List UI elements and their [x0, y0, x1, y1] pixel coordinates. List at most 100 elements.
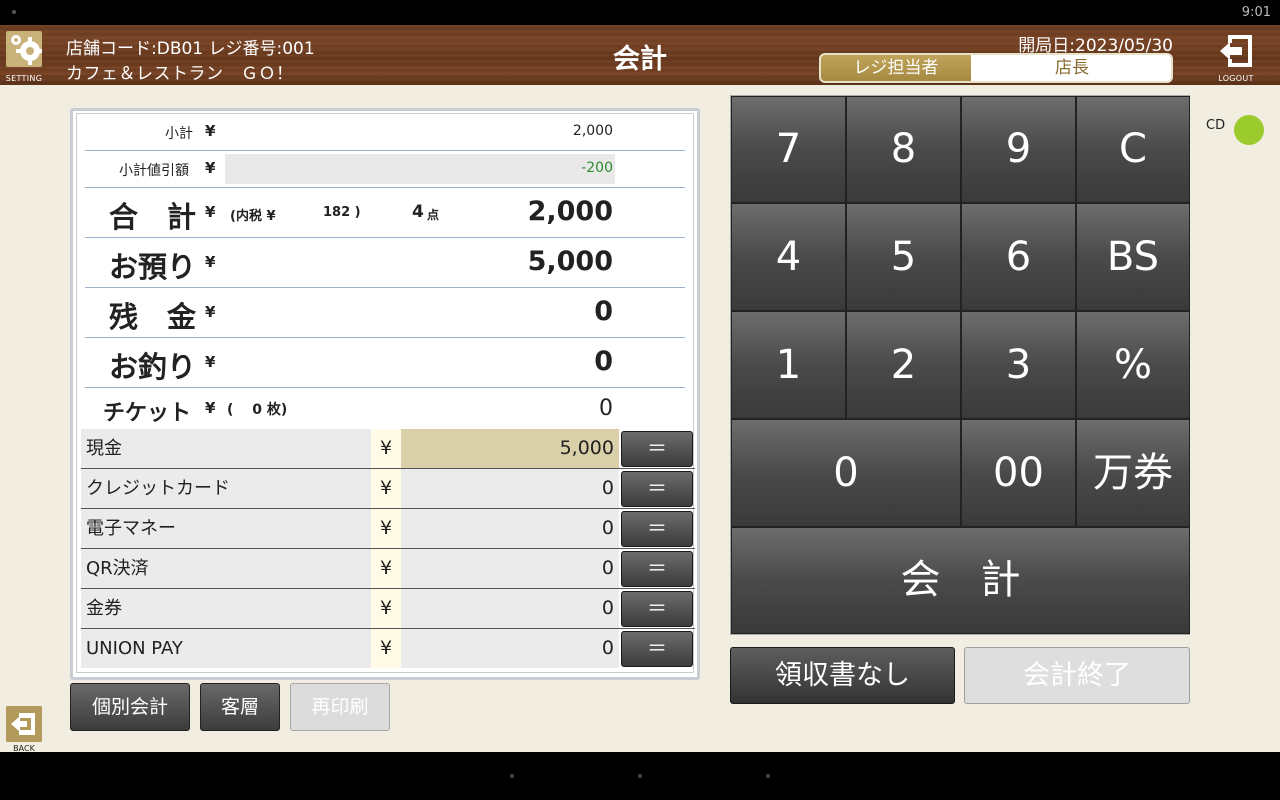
- payment-yen: ¥: [371, 589, 401, 628]
- nav-back-dot[interactable]: [510, 774, 514, 778]
- key-3[interactable]: 3: [961, 311, 1076, 419]
- payment-label: QR決済: [81, 549, 371, 588]
- logout-caption: LOGOUT: [1218, 74, 1254, 83]
- payment-label: 現金: [81, 429, 371, 468]
- item-count-unit: 点: [427, 208, 440, 222]
- system-status-bar: 9:01: [0, 0, 1280, 25]
- tax-label: (内税 ¥: [230, 209, 276, 224]
- payment-row-credit[interactable]: クレジットカード ¥ 0 ＝: [81, 469, 695, 509]
- discount-field: [225, 154, 615, 184]
- change-yen: ¥: [205, 353, 216, 371]
- finish-checkout-button[interactable]: 会計終了: [964, 647, 1190, 704]
- no-receipt-button[interactable]: 領収書なし: [730, 647, 955, 704]
- key-clear[interactable]: C: [1076, 96, 1190, 203]
- change-row: お釣り ¥ 0: [85, 338, 685, 388]
- subtotal-value: 2,000: [572, 123, 613, 139]
- fill-amount-button[interactable]: ＝: [621, 591, 693, 627]
- key-1[interactable]: 1: [731, 311, 846, 419]
- received-value: 5,000: [527, 246, 613, 277]
- fill-amount-button[interactable]: ＝: [621, 631, 693, 667]
- reprint-button[interactable]: 再印刷: [290, 683, 390, 731]
- staff-selector[interactable]: レジ担当者 店長: [819, 53, 1173, 83]
- summary-table: 小計 ¥ 2,000 小計値引額 ¥ -200 合 計 ¥ (内税 ¥ 182 …: [76, 113, 695, 673]
- numeric-keypad: 7 8 9 C 4 5 6 BS 1 2 3 % 0 00 万券 会 計: [730, 95, 1190, 635]
- cash-drawer-label: CD: [1206, 118, 1226, 133]
- key-9[interactable]: 9: [961, 96, 1076, 203]
- payment-amount[interactable]: 5,000: [401, 429, 619, 468]
- key-6[interactable]: 6: [961, 203, 1076, 311]
- key-backspace[interactable]: BS: [1076, 203, 1190, 311]
- payment-yen: ¥: [371, 549, 401, 588]
- ticket-row: チケット ¥ ( 0 枚) 0: [85, 388, 685, 429]
- received-yen: ¥: [205, 253, 216, 271]
- payment-label: 金券: [81, 589, 371, 628]
- payment-row-voucher[interactable]: 金券 ¥ 0 ＝: [81, 589, 695, 629]
- balance-label: 残 金: [109, 300, 197, 334]
- back-button[interactable]: BACK: [4, 705, 44, 753]
- key-8[interactable]: 8: [846, 96, 961, 203]
- key-00[interactable]: 00: [961, 419, 1076, 527]
- key-percent[interactable]: %: [1076, 311, 1190, 419]
- nav-home-dot[interactable]: [638, 774, 642, 778]
- back-icon: [6, 706, 42, 742]
- store-code: 店舗コード:DB01 レジ番号:001: [66, 39, 315, 59]
- fill-amount-button[interactable]: ＝: [621, 431, 693, 467]
- payment-amount[interactable]: 0: [401, 509, 619, 548]
- payment-label: クレジットカード: [81, 469, 371, 508]
- system-navigation-bar: [0, 752, 1280, 800]
- logout-button[interactable]: LOGOUT: [1214, 29, 1258, 83]
- key-5[interactable]: 5: [846, 203, 961, 311]
- payment-amount[interactable]: 0: [401, 469, 619, 508]
- payment-row-qr[interactable]: QR決済 ¥ 0 ＝: [81, 549, 695, 589]
- total-yen: ¥: [205, 203, 216, 221]
- item-count: 4: [412, 202, 424, 222]
- key-ten-thousand-voucher[interactable]: 万券: [1076, 419, 1190, 527]
- subtotal-label: 小計: [165, 126, 193, 142]
- received-row: お預り ¥ 5,000: [85, 238, 685, 288]
- staff-name: 店長: [1055, 58, 1089, 78]
- logout-icon: [1220, 35, 1252, 67]
- total-row: 合 計 ¥ (内税 ¥ 182 ) 4 点 2,000: [85, 188, 685, 238]
- subtotal-row: 小計 ¥ 2,000: [85, 114, 685, 151]
- tax-value: 182 ): [323, 205, 361, 220]
- gear-icon: [6, 31, 42, 67]
- payment-amount[interactable]: 0: [401, 589, 619, 628]
- checkout-main: 小計 ¥ 2,000 小計値引額 ¥ -200 合 計 ¥ (内税 ¥ 182 …: [0, 85, 1280, 753]
- settings-button[interactable]: SETTING: [2, 29, 46, 83]
- discount-value: -200: [581, 160, 613, 176]
- payment-row-emoney[interactable]: 電子マネー ¥ 0 ＝: [81, 509, 695, 549]
- payment-amount[interactable]: 0: [401, 549, 619, 588]
- key-2[interactable]: 2: [846, 311, 961, 419]
- received-label: お預り: [109, 250, 197, 284]
- payment-amount[interactable]: 0: [401, 629, 619, 668]
- payment-label: UNION PAY: [81, 629, 371, 668]
- fill-amount-button[interactable]: ＝: [621, 471, 693, 507]
- key-4[interactable]: 4: [731, 203, 846, 311]
- summary-panel: 小計 ¥ 2,000 小計値引額 ¥ -200 合 計 ¥ (内税 ¥ 182 …: [70, 108, 700, 680]
- discount-label: 小計値引額: [119, 163, 189, 179]
- change-value: 0: [594, 346, 613, 377]
- fill-amount-button[interactable]: ＝: [621, 511, 693, 547]
- customer-segment-button[interactable]: 客層: [200, 683, 280, 731]
- total-label: 合 計: [109, 200, 197, 234]
- fill-amount-button[interactable]: ＝: [621, 551, 693, 587]
- status-clock: 9:01: [1241, 5, 1271, 20]
- payment-row-cash[interactable]: 現金 ¥ 5,000 ＝: [81, 429, 695, 469]
- subtotal-yen: ¥: [205, 122, 216, 140]
- balance-yen: ¥: [205, 303, 216, 321]
- ticket-yen: ¥: [205, 399, 216, 417]
- key-0[interactable]: 0: [731, 419, 961, 527]
- payment-yen: ¥: [371, 429, 401, 468]
- nav-recents-dot[interactable]: [766, 774, 770, 778]
- total-value: 2,000: [527, 196, 613, 227]
- payment-yen: ¥: [371, 629, 401, 668]
- payment-yen: ¥: [371, 509, 401, 548]
- store-name: カフェ＆レストラン ＧＯ！: [66, 64, 294, 84]
- key-7[interactable]: 7: [731, 96, 846, 203]
- cash-drawer-status-indicator: [1234, 115, 1264, 145]
- balance-value: 0: [594, 296, 613, 327]
- payment-row-unionpay[interactable]: UNION PAY ¥ 0 ＝: [81, 629, 695, 669]
- checkout-key[interactable]: 会 計: [731, 527, 1190, 634]
- split-checkout-button[interactable]: 個別会計: [70, 683, 190, 731]
- discount-row: 小計値引額 ¥ -200: [85, 151, 685, 188]
